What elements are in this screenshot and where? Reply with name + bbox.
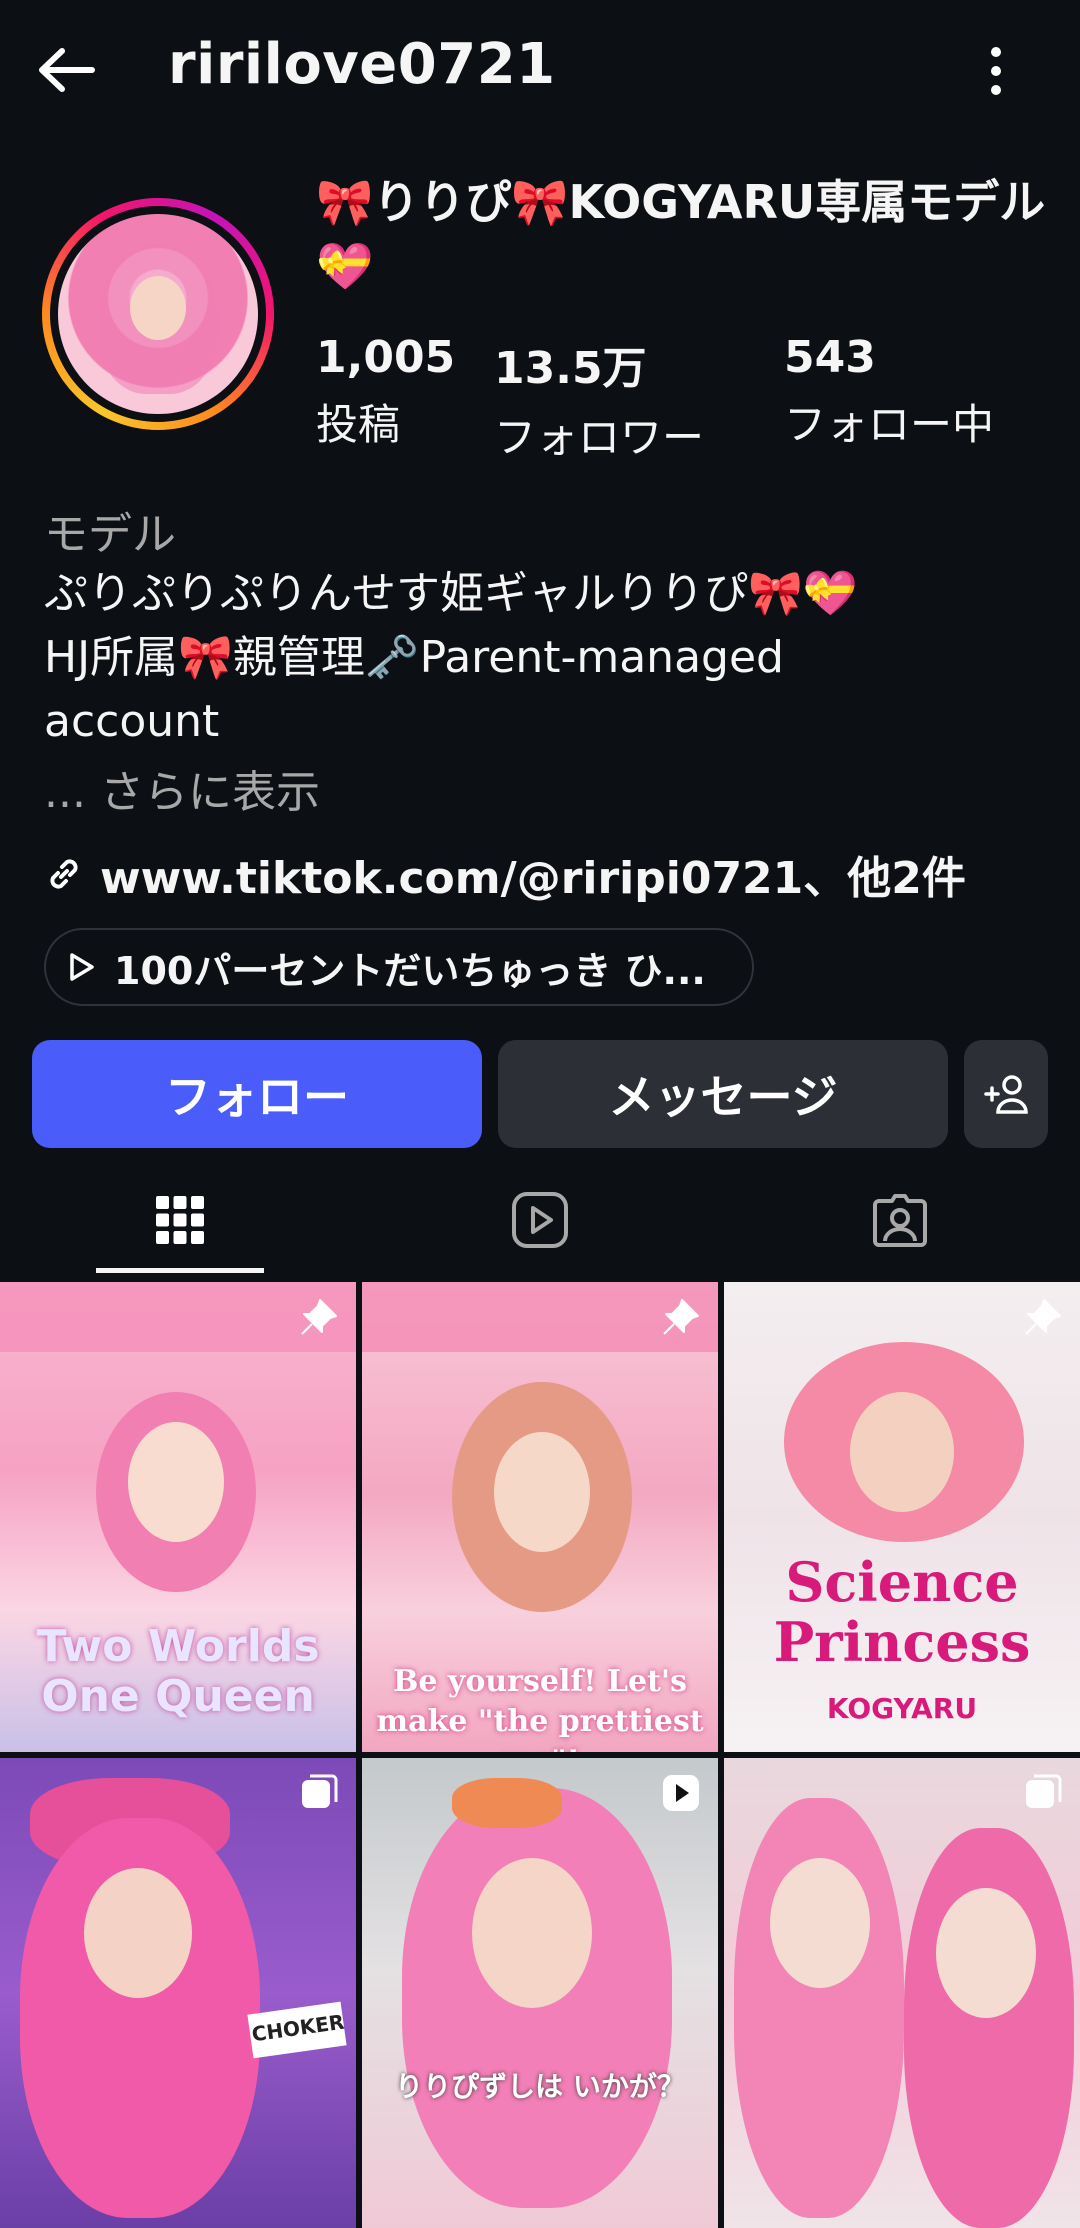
posts-grid: Two Worlds One Queen Be yourself! Let's … <box>0 1282 1080 2228</box>
show-more-link[interactable]: ... さらに表示 <box>44 756 320 820</box>
carousel-icon <box>302 1774 338 1808</box>
grid-post[interactable] <box>724 1758 1080 2228</box>
post-face-shape <box>770 1858 870 1988</box>
link-icon <box>50 859 78 889</box>
pin-icon <box>1025 1299 1061 1335</box>
post-face-shape <box>84 1868 192 1998</box>
stat-posts-label: 投稿 <box>316 400 401 449</box>
add-person-icon <box>984 1075 1028 1114</box>
avatar-face <box>130 276 186 340</box>
avatar <box>58 214 258 414</box>
tab-tagged[interactable] <box>720 1160 1080 1280</box>
post-caption: Two Worlds One Queen <box>36 1621 320 1722</box>
reel-icon <box>663 1775 699 1811</box>
dot <box>991 85 1001 95</box>
grid-icon <box>156 1196 204 1244</box>
back-button[interactable] <box>26 30 106 110</box>
stat-posts-value: 1,005 <box>316 332 456 383</box>
active-tab-indicator <box>96 1268 264 1273</box>
grid-post[interactable]: Two Worlds One Queen <box>0 1282 356 1752</box>
avatar-story-ring[interactable] <box>42 198 274 430</box>
carousel-icon <box>1026 1774 1062 1808</box>
grid-post[interactable]: Be yourself! Let's make "the prettiest m… <box>362 1282 718 1752</box>
post-face-shape <box>494 1432 590 1552</box>
post-face-shape <box>936 1888 1036 2018</box>
suggested-users-button[interactable] <box>964 1040 1048 1148</box>
stat-following-value: 543 <box>784 332 876 383</box>
profile-bio: ぷりぷりぷりんせす姫ギャルりりぴ🎀💝 HJ所属🎀親管理🗝️Parent-mana… <box>44 562 1044 754</box>
post-brand-text: KOGYARU <box>826 1692 978 1725</box>
stat-posts[interactable]: 1,005 投稿 <box>316 332 455 452</box>
bio-line: account <box>44 696 220 747</box>
stat-followers[interactable]: 13.5万 フォロワー <box>494 332 704 465</box>
post-face-shape <box>472 1858 592 2008</box>
post-face-shape <box>850 1392 954 1512</box>
post-caption: Be yourself! Let's make "the prettiest m… <box>376 1664 704 1752</box>
message-button[interactable]: メッセージ <box>498 1040 948 1148</box>
tagged-person-icon <box>873 1194 927 1247</box>
grid-post[interactable]: りりぴずしは いかが？ <box>362 1758 718 2228</box>
stat-following[interactable]: 543 フォロー中 <box>784 332 994 452</box>
tab-posts[interactable] <box>0 1160 360 1280</box>
grid-post[interactable]: Science Princess KOGYARU <box>724 1282 1080 1752</box>
profile-music-pill[interactable]: 100パーセントだいちゅっき ひ... <box>44 928 754 1006</box>
pin-icon <box>301 1299 337 1335</box>
profile-tabs <box>0 1160 1080 1280</box>
post-sushi-shape <box>452 1778 562 1828</box>
profile-link-text: www.tiktok.com/@riripi0721、他2件 <box>100 853 966 904</box>
arrow-left-icon <box>39 48 95 92</box>
profile-display-name: 🎀りりぴ🎀KOGYARU専属モデル💝 <box>316 175 1046 293</box>
bio-line: HJ所属🎀親管理🗝️Parent-managed <box>44 632 784 683</box>
play-icon <box>70 953 94 981</box>
pin-icon <box>663 1299 699 1335</box>
profile-username: ririlove0721 <box>168 32 556 97</box>
dot <box>991 66 1001 76</box>
tab-reels[interactable] <box>360 1160 720 1280</box>
grid-post[interactable]: CHOKER <box>0 1758 356 2228</box>
music-title: 100パーセントだいちゅっき ひ... <box>114 948 706 993</box>
post-caption: Science Princess <box>773 1550 1031 1674</box>
dot <box>991 47 1001 57</box>
profile-category: モデル <box>44 509 176 560</box>
profile-link[interactable]: www.tiktok.com/@riripi0721、他2件 <box>44 842 966 906</box>
more-options-button[interactable] <box>966 36 1026 106</box>
stat-following-label: フォロー中 <box>784 400 995 449</box>
avatar-border <box>50 206 266 422</box>
reels-icon <box>512 1192 568 1248</box>
post-face-shape <box>128 1422 224 1542</box>
bio-line: ぷりぷりぷりんせす姫ギャルりりぴ🎀💝 <box>44 568 858 619</box>
post-caption: りりぴずしは いかが？ <box>395 2070 685 2103</box>
stat-followers-label: フォロワー <box>494 413 705 462</box>
top-bar: ririlove0721 <box>0 0 1080 140</box>
follow-button[interactable]: フォロー <box>32 1040 482 1148</box>
stat-followers-value: 13.5万 <box>494 343 647 394</box>
